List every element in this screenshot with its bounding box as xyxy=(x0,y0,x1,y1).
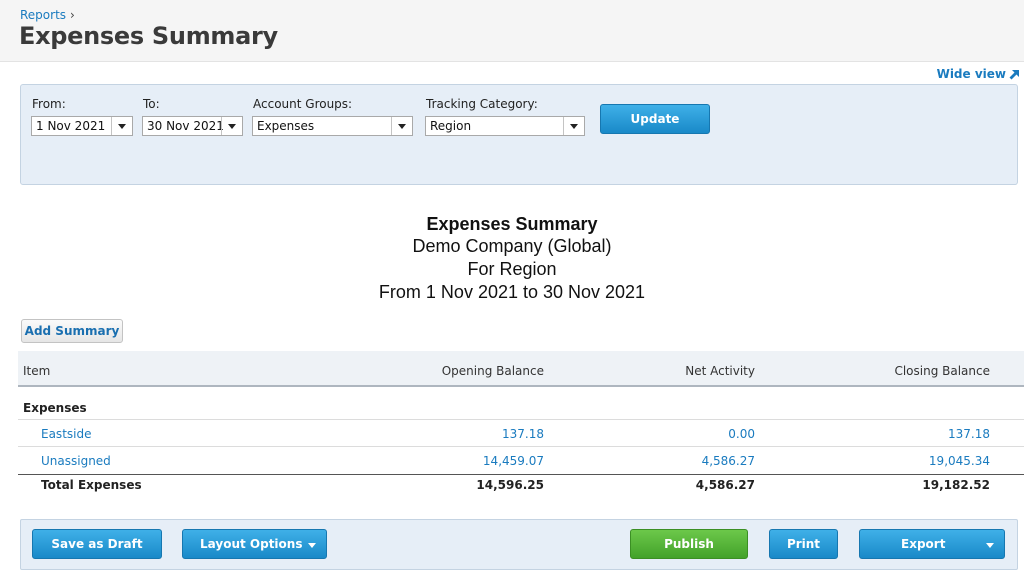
tracking-category-select[interactable]: Region xyxy=(425,116,585,136)
column-header-opening-balance: Opening Balance xyxy=(441,364,544,378)
section-label: Expenses xyxy=(23,401,87,415)
export-button[interactable]: Export xyxy=(859,529,1005,559)
add-summary-button[interactable]: Add Summary xyxy=(21,319,123,343)
breadcrumb: Reports › xyxy=(20,8,75,22)
tracking-category-value: Region xyxy=(430,119,472,133)
report-company: Demo Company (Global) xyxy=(412,236,612,256)
total-net: 4,586.27 xyxy=(695,478,755,492)
total-closing: 19,182.52 xyxy=(922,478,990,492)
total-opening: 14,596.25 xyxy=(476,478,544,492)
print-button[interactable]: Print xyxy=(769,529,838,559)
report-for-line: For Region xyxy=(467,259,557,279)
section-row-expenses: Expenses xyxy=(18,387,1024,420)
chevron-down-icon xyxy=(986,543,994,548)
filter-panel: From: 1 Nov 2021 To: 30 Nov 2021 Account… xyxy=(20,84,1018,185)
to-label: To: xyxy=(143,97,160,111)
report-title: Expenses Summary xyxy=(426,214,598,234)
page-title: Expenses Summary xyxy=(19,22,278,50)
chevron-down-icon xyxy=(111,117,132,135)
chevron-down-icon xyxy=(563,117,584,135)
column-header-net-activity: Net Activity xyxy=(685,364,755,378)
chevron-down-icon xyxy=(391,117,412,135)
table-row: Unassigned 14,459.07 4,586.27 19,045.34 xyxy=(18,447,1024,474)
report-period: From 1 Nov 2021 to 30 Nov 2021 xyxy=(378,282,646,302)
wide-view-link[interactable]: Wide view xyxy=(937,67,1020,81)
wide-view-label: Wide view xyxy=(936,67,1006,81)
publish-button[interactable]: Publish xyxy=(630,529,748,559)
report-heading: Expenses Summary Demo Company (Global) F… xyxy=(0,213,1024,304)
breadcrumb-reports-link[interactable]: Reports xyxy=(20,8,66,22)
page-header: Reports › Expenses Summary xyxy=(0,0,1024,62)
footer-toolbar: Save as Draft Layout Options Publish Pri… xyxy=(20,519,1018,570)
column-header-item: Item xyxy=(23,364,51,378)
account-groups-select[interactable]: Expenses xyxy=(252,116,413,136)
account-groups-label: Account Groups: xyxy=(253,97,353,111)
save-as-draft-button[interactable]: Save as Draft xyxy=(32,529,162,559)
total-label: Total Expenses xyxy=(41,478,142,492)
from-label: From: xyxy=(32,97,66,111)
breadcrumb-separator: › xyxy=(70,8,75,22)
row-item-link[interactable]: Eastside xyxy=(41,427,91,441)
chevron-down-icon xyxy=(308,543,316,548)
account-groups-value: Expenses xyxy=(257,119,315,133)
row-closing-link[interactable]: 137.18 xyxy=(948,427,990,441)
from-date-select[interactable]: 1 Nov 2021 xyxy=(31,116,133,136)
export-label: Export xyxy=(901,537,946,551)
report-table: Item Opening Balance Net Activity Closin… xyxy=(18,351,1024,496)
total-row: Total Expenses 14,596.25 4,586.27 19,182… xyxy=(18,474,1024,496)
table-row: Eastside 137.18 0.00 137.18 xyxy=(18,420,1024,447)
from-date-value: 1 Nov 2021 xyxy=(36,119,106,133)
chevron-down-icon xyxy=(221,117,242,135)
to-date-value: 30 Nov 2021 xyxy=(147,119,224,133)
tracking-category-label: Tracking Category: xyxy=(426,97,538,111)
layout-options-label: Layout Options xyxy=(200,537,303,551)
row-net-link[interactable]: 4,586.27 xyxy=(702,454,755,468)
to-date-select[interactable]: 30 Nov 2021 xyxy=(142,116,243,136)
row-net-link[interactable]: 0.00 xyxy=(728,427,755,441)
table-header: Item Opening Balance Net Activity Closin… xyxy=(18,351,1024,387)
layout-options-button[interactable]: Layout Options xyxy=(182,529,327,559)
update-button[interactable]: Update xyxy=(600,104,710,134)
column-header-closing-balance: Closing Balance xyxy=(894,364,990,378)
expand-arrow-icon xyxy=(1009,69,1019,79)
row-opening-link[interactable]: 137.18 xyxy=(502,427,544,441)
row-opening-link[interactable]: 14,459.07 xyxy=(483,454,544,468)
row-closing-link[interactable]: 19,045.34 xyxy=(929,454,990,468)
row-item-link[interactable]: Unassigned xyxy=(41,454,111,468)
